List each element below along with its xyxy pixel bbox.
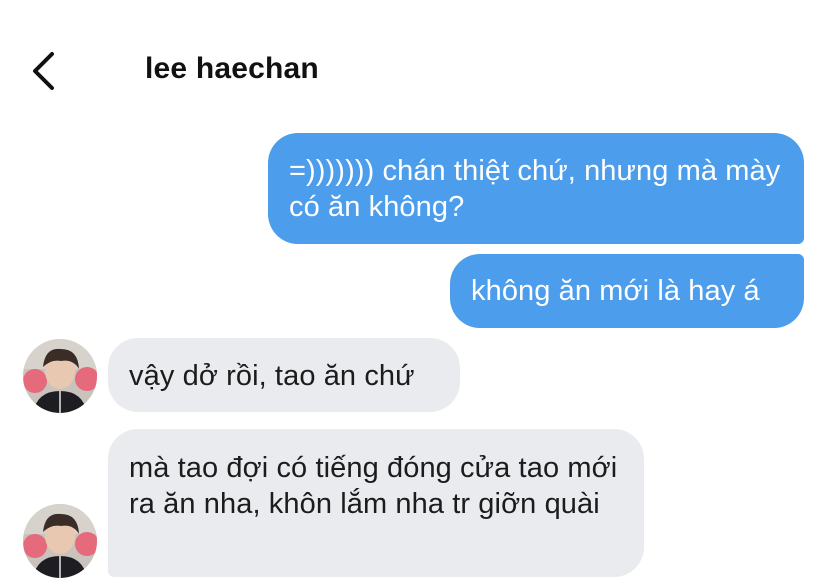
message-bubble-incoming[interactable]: vậy dở rồi, tao ăn chứ [108,338,460,412]
avatar[interactable] [23,339,97,413]
contact-name[interactable]: lee haechan [145,52,319,86]
message-bubble-incoming[interactable]: mà tao đợi có tiếng đóng cửa tao mới ra … [108,429,644,577]
back-button[interactable] [24,48,68,92]
message-bubble-outgoing[interactable]: =))))))) chán thiệt chứ, nhưng mà mày có… [268,133,804,244]
message-bubble-outgoing[interactable]: không ăn mới là hay á [450,254,804,328]
chat-header: lee haechan [0,0,826,120]
avatar[interactable] [23,504,97,578]
chevron-left-icon [33,52,54,90]
